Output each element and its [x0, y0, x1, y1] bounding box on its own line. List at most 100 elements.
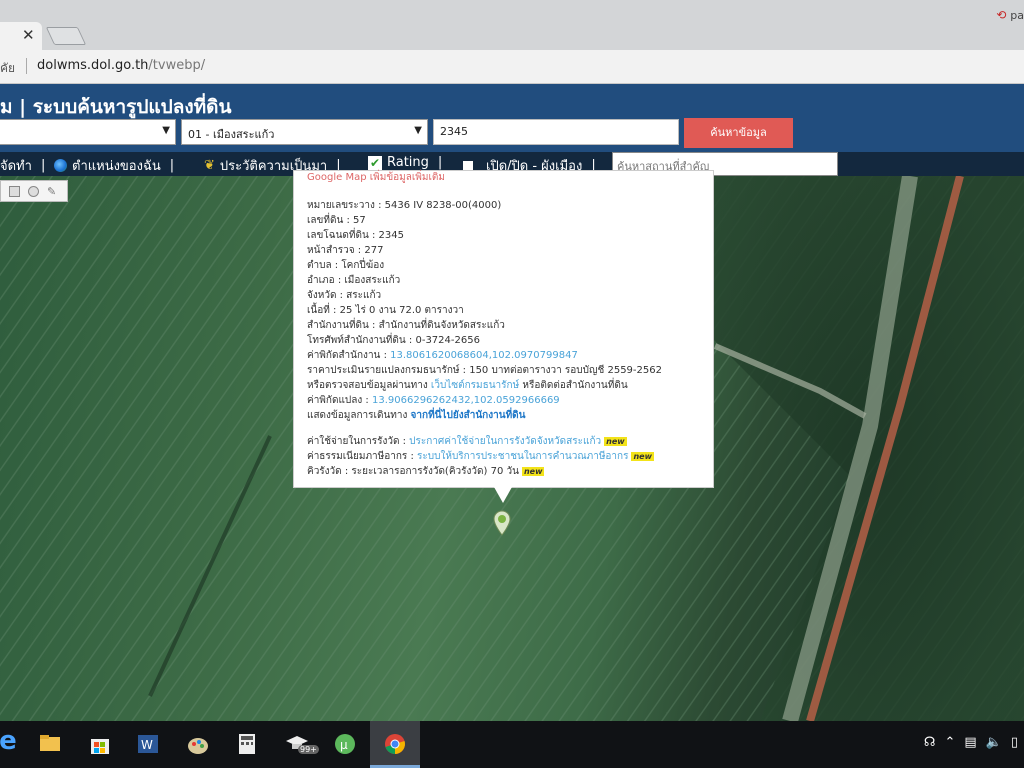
toolbar-item-my-location[interactable]: ตำแหน่งของฉัน | — [54, 155, 174, 176]
new-badge: new — [521, 467, 545, 476]
survey-fee-label: ค่าใช้จ่ายในการรังวัด : — [307, 436, 410, 447]
office-coordinate-label: ค่าพิกัดสำนักงาน : — [307, 350, 391, 361]
district-label: อำเภอ : — [307, 275, 345, 286]
toolbar-separator: | — [169, 158, 175, 173]
svg-text:W: W — [141, 738, 153, 752]
parcel-info-popup: Google Map เพิ่มข้อมูลเพิ่มเติม หมายเลขร… — [293, 170, 714, 488]
popup-pointer — [494, 487, 512, 503]
survey-fee-link[interactable]: ประกาศค่าใช้จ่ายในการรังวัดจังหวัดสระแก้… — [409, 436, 601, 447]
province-value: สระแก้ว — [346, 290, 382, 301]
toolbar-separator: | — [40, 158, 46, 173]
draw-tools: ✎ — [0, 180, 68, 202]
check-label: หรือตรวจสอบข้อมูลผ่านทาง — [307, 380, 431, 391]
title-deed-row: เลขโฉนดที่ดิน : 2345 — [307, 230, 404, 242]
subdistrict-value: โคกปี่ฆ้อง — [341, 260, 385, 271]
utorrent-icon[interactable]: µ — [333, 733, 357, 757]
toolbar-item-label: จัดทำ — [0, 159, 32, 174]
extension-label: pa — [1010, 8, 1024, 22]
sprout-icon: ❦ — [204, 158, 215, 173]
district-row: อำเภอ : เมืองสระแก้ว — [307, 275, 400, 287]
search-button[interactable]: ค้นหาข้อมูล — [684, 118, 793, 148]
land-number-row: เลขที่ดิน : 57 — [307, 215, 366, 227]
province-label: จังหวัด : — [307, 290, 347, 301]
url-path: /tvwebp/ — [148, 58, 206, 73]
price-value: 150 บาทต่อตารางวา รอบบัญชี 2559-2562 — [469, 365, 662, 376]
survey-queue-value: ระยะเวลารอการรังวัด(คิวรังวัด) 70 วัน — [351, 466, 519, 477]
page-title: ม | ระบบค้นหารูปแปลงที่ดิน — [0, 96, 232, 118]
toggle-square-icon — [463, 160, 473, 171]
popup-header-partial: Google Map เพิ่มข้อมูลเพิ่มเติม — [307, 172, 445, 183]
url-text[interactable]: dolwms.dol.go.th/tvwebp/ — [37, 58, 205, 73]
subdistrict-label: ตำบล : — [307, 260, 342, 271]
chevron-down-icon: ▼ — [162, 125, 170, 136]
survey-fee-row: ค่าใช้จ่ายในการรังวัด : ประกาศค่าใช้จ่าย… — [307, 436, 627, 448]
phone-value: 0-3724-2656 — [415, 335, 480, 346]
chevron-up-icon[interactable]: ⌃ — [944, 735, 955, 750]
keyboard-layout-icon[interactable]: ▯ — [1011, 735, 1018, 750]
office-coordinate-row: ค่าพิกัดสำนักงาน : 13.8061620068604,102.… — [307, 350, 578, 362]
route-link[interactable]: จากที่นี่ไปยังสำนักงานที่ดิน — [411, 410, 526, 421]
people-icon[interactable]: ☊ — [924, 735, 936, 750]
sheet-number-label: หมายเลขระวาง : — [307, 200, 385, 211]
title-deed-value: 2345 — [378, 230, 404, 241]
district-value: เมืองสระแก้ว — [344, 275, 401, 286]
province-select[interactable]: ▼ — [0, 119, 176, 145]
parcel-coordinate-label: ค่าพิกัดแปลง : — [307, 395, 372, 406]
land-number-value: 57 — [353, 215, 366, 226]
chevron-down-icon: ▼ — [414, 125, 422, 136]
checkbox-icon: ✔ — [368, 155, 382, 170]
toolbar-separator: | — [437, 155, 443, 170]
store-icon[interactable] — [88, 733, 112, 757]
square-tool-icon[interactable] — [9, 185, 20, 197]
tax-link[interactable]: ระบบให้บริการประชาชนในการคำนวณภาษีอากร — [417, 451, 628, 462]
survey-page-label: หน้าสำรวจ : — [307, 245, 365, 256]
chrome-icon[interactable] — [383, 733, 407, 757]
browser-tab-strip: ✕ ⟲ pa — [0, 0, 1024, 50]
network-icon[interactable]: ▤ — [964, 735, 976, 750]
check-suffix: หรือติดต่อสำนักงานที่ดิน — [519, 380, 628, 391]
land-office-label: สำนักงานที่ดิน : — [307, 320, 379, 331]
word-icon[interactable]: W — [136, 733, 160, 757]
globe-icon — [54, 159, 67, 172]
url-divider — [26, 58, 27, 74]
area-row: เนื้อที่ : 25 ไร่ 0 งาน 72.0 ตารางวา — [307, 305, 464, 317]
parcel-number-input[interactable]: 2345 — [433, 119, 679, 145]
polygon-tool-icon[interactable]: ✎ — [47, 185, 56, 198]
toolbar-item-arrange[interactable]: จัดทำ | — [0, 155, 45, 176]
land-office-value: สำนักงานที่ดินจังหวัดสระแก้ว — [378, 320, 505, 331]
district-select[interactable]: 01 - เมืองสระแก้ว ▼ — [181, 119, 428, 145]
map-pin-icon[interactable] — [493, 510, 511, 536]
office-coordinate-link[interactable]: 13.8061620068604,102.0970799847 — [390, 350, 578, 361]
url-security-label: คัย — [0, 61, 16, 75]
system-tray: ☊ ⌃ ▤ 🔈 ▯ — [924, 735, 1018, 750]
district-select-value: 01 - เมืองสระแก้ว — [188, 128, 275, 141]
survey-queue-row: คิวรังวัด : ระยะเวลารอการรังวัด(คิวรังวั… — [307, 466, 545, 478]
parcel-coordinate-row: ค่าพิกัดแปลง : 13.9066296262432,102.0592… — [307, 395, 560, 407]
close-tab-icon[interactable]: ✕ — [22, 26, 35, 44]
new-tab-button[interactable] — [45, 27, 87, 45]
svg-text:µ: µ — [340, 738, 348, 752]
treasury-website-link[interactable]: เว็บไซต์กรมธนารักษ์ — [431, 380, 519, 391]
parcel-coordinate-link[interactable]: 13.9066296262432,102.0592966669 — [372, 395, 560, 406]
calculator-icon[interactable] — [235, 733, 259, 757]
toolbar-item-rating[interactable]: ✔ Rating | — [368, 155, 442, 170]
land-number-label: เลขที่ดิน : — [307, 215, 354, 226]
new-badge: new — [604, 437, 627, 446]
file-explorer-icon[interactable] — [38, 733, 62, 757]
paint-icon[interactable] — [186, 733, 210, 757]
route-label: แสดงข้อมูลการเดินทาง — [307, 410, 411, 421]
volume-icon[interactable]: 🔈 — [986, 735, 1002, 750]
check-row: หรือตรวจสอบข้อมูลผ่านทาง เว็บไซต์กรมธนาร… — [307, 380, 628, 392]
tax-row: ค่าธรรมเนียมภาษีอากร : ระบบให้บริการประช… — [307, 451, 654, 463]
address-bar[interactable]: คัย dolwms.dol.go.th/tvwebp/ — [0, 50, 1024, 84]
price-label: ราคาประเมินรายแปลงกรมธนารักษ์ : — [307, 365, 470, 376]
extension-badge[interactable]: ⟲ pa — [996, 8, 1024, 22]
edge-icon[interactable]: e — [0, 728, 20, 754]
circle-tool-icon[interactable] — [28, 185, 39, 197]
sheet-number-value: 5436 IV 8238-00(4000) — [384, 200, 502, 211]
phone-row: โทรศัพท์สำนักงานที่ดิน : 0-3724-2656 — [307, 335, 480, 347]
browser-tab[interactable] — [0, 22, 42, 50]
windows-taskbar: e W 99+ µ ☊ ⌃ ▤ 🔈 ▯ — [0, 721, 1024, 768]
price-row: ราคาประเมินรายแปลงกรมธนารักษ์ : 150 บาทต… — [307, 365, 662, 377]
survey-queue-label: คิวรังวัด : — [307, 466, 352, 477]
